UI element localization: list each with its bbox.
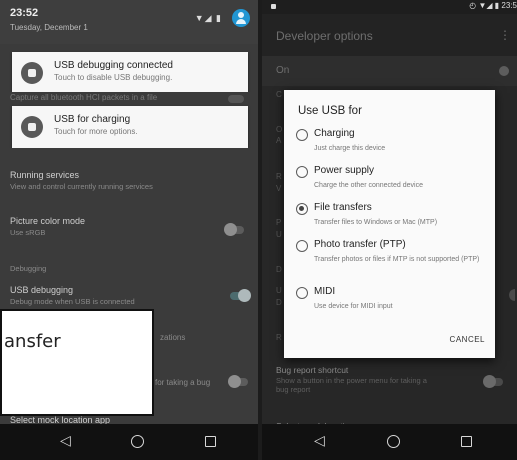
on-label: On [276,65,290,76]
dialog-title: Use USB for [298,105,362,117]
revoke-authorizations-label[interactable]: zations [160,333,185,342]
master-toggle[interactable] [499,66,509,76]
option-label: Photo transfer (PTP) [314,239,406,250]
bg-row-fragment: O [276,125,283,134]
option-label: Power supply [314,165,375,176]
radio-button[interactable] [296,166,308,178]
notification-icon [271,4,276,9]
bluetooth-hci-toggle[interactable] [228,95,244,103]
option-label: MIDI [314,286,336,297]
running-services-row[interactable]: Running services View and control curren… [10,170,248,191]
row-subtitle: Debug mode when USB is connected [10,297,135,306]
developer-options-master-row[interactable]: On [262,56,517,86]
notification-shade-header: 23:52 Tuesday, December 1 ▼◢ ▮ [0,0,258,44]
android-debug-icon [21,62,43,84]
recent-apps-icon[interactable] [205,436,216,447]
cancel-button[interactable]: CANCEL [450,335,485,344]
bluetooth-hci-label: Capture all bluetooth HCI packets in a f… [10,93,158,102]
row-title: Picture color mode [10,216,86,226]
bug-report-shortcut-row[interactable]: Bug report shortcut Show a button in the… [276,365,503,394]
overflow-menu-icon[interactable]: ⋮ [499,28,511,42]
notification-title: USB debugging connected [54,60,173,71]
home-icon[interactable] [131,435,144,448]
bg-row-fragment: U [276,230,282,239]
notification-text: Touch for more options. [54,127,138,136]
bg-row-fragment: A [276,136,282,145]
notification-title: USB for charging [54,114,131,125]
wifi-signal-battery-icon: ▼◢ ▮ [194,13,222,23]
left-phone-screen: 23:52 Tuesday, December 1 ▼◢ ▮ USB debug… [0,0,258,460]
app-bar: Developer options ⋮ [262,14,517,56]
bg-row-fragment: C [276,90,282,99]
shade-time: 23:52 [10,7,39,19]
bg-row-fragment: U [276,286,282,295]
page-title: Developer options [276,29,373,43]
row-title: Bug report shortcut [276,365,349,375]
usb-debugging-toggle-edge[interactable] [509,289,515,301]
user-account-icon[interactable] [232,9,250,27]
bg-row-fragment: P [276,218,282,227]
row-title: USB debugging [10,285,74,295]
section-header-debugging: Debugging [10,264,47,273]
option-description: Transfer photos or files if MTP is not s… [314,256,480,263]
bg-row-fragment: V [276,184,282,193]
row-subtitle: Show a button in the power menu for taki… [276,376,427,394]
bg-row-fragment: D [276,265,282,274]
option-description: Just charge this device [314,145,386,152]
option-label: Charging [314,128,355,139]
recent-apps-icon[interactable] [461,436,472,447]
radio-button[interactable] [296,240,308,252]
use-usb-for-dialog: Use USB for Charging Just charge this de… [284,90,495,358]
notification-text: Touch to disable USB debugging. [54,73,173,82]
callout-text: ansfer [4,331,61,352]
usb-debugging-toggle[interactable] [230,289,251,302]
status-bar: ◴ ▼◢ ▮ 23:5 [262,0,517,14]
home-icon[interactable] [387,435,400,448]
row-subtitle: View and control currently running servi… [10,182,153,191]
navigation-bar: ◁ [262,424,517,460]
usb-charging-notification[interactable]: USB for charging Touch for more options. [12,106,248,148]
option-description: Transfer files to Windows or Mac (MTP) [314,219,438,226]
usb-debugging-notification[interactable]: USB debugging connected Touch to disable… [12,52,248,92]
back-icon[interactable]: ◁ [60,432,71,449]
bug-report-shortcut-subtitle: for taking a bug [155,378,211,387]
status-icons: ◴ ▼◢ ▮ 23:5 [469,1,517,10]
back-icon[interactable]: ◁ [314,432,325,449]
option-description: Charge the other connected device [314,182,423,189]
row-subtitle: Use sRGB [10,228,46,237]
navigation-bar: ◁ [0,424,258,460]
radio-button[interactable] [296,287,308,299]
bug-report-toggle[interactable] [483,375,503,388]
option-description: Use device for MIDI input [314,303,393,310]
radio-button-selected[interactable] [296,203,308,215]
bg-row-fragment: D [276,298,282,307]
picture-color-mode-toggle[interactable] [224,223,244,236]
picture-color-mode-row[interactable]: Picture color mode Use sRGB [10,216,248,237]
option-label: File transfers [314,202,372,213]
right-phone-screen: ◴ ▼◢ ▮ 23:5 Developer options ⋮ On C O A… [262,0,517,460]
usb-debugging-row[interactable]: USB debugging Debug mode when USB is con… [10,285,248,306]
shade-date: Tuesday, December 1 [10,23,88,32]
bluetooth-hci-row: Capture all bluetooth HCI packets in a f… [0,92,258,106]
android-usb-icon [21,116,43,138]
bg-row-fragment: R [276,333,282,342]
row-title: Running services [10,170,80,180]
zoom-callout: ansfer [0,309,154,416]
bg-row-fragment: R [276,172,282,181]
radio-button[interactable] [296,129,308,141]
bug-report-toggle[interactable] [228,375,248,388]
